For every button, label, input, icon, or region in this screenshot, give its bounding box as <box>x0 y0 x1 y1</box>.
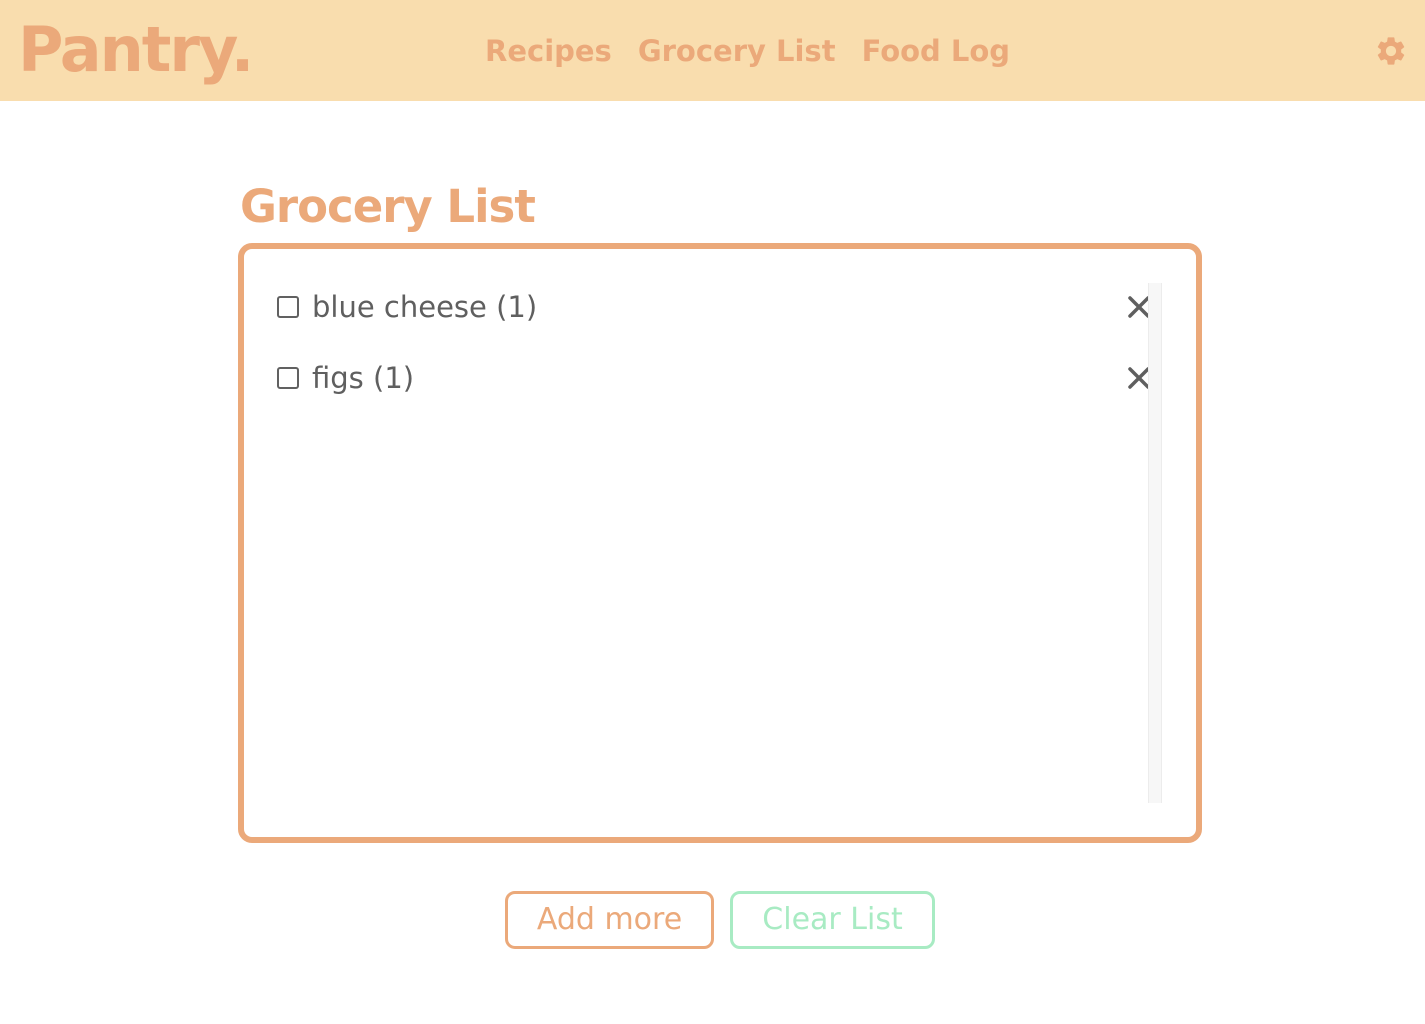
list-scrollbar[interactable] <box>1148 283 1162 803</box>
app-logo[interactable]: Pantry. <box>18 12 254 88</box>
nav-link-food-log[interactable]: Food Log <box>862 30 1011 72</box>
clear-list-button[interactable]: Clear List <box>730 891 935 949</box>
item-checkbox[interactable] <box>277 367 299 389</box>
item-checkbox[interactable] <box>277 296 299 318</box>
nav-link-recipes[interactable]: Recipes <box>485 30 612 72</box>
grocery-list: blue cheese (1) figs (1) <box>274 281 1164 803</box>
add-more-button[interactable]: Add more <box>505 891 714 949</box>
item-label: blue cheese (1) <box>312 290 538 324</box>
list-item: figs (1) <box>274 356 1154 400</box>
grocery-list-panel: blue cheese (1) figs (1) <box>238 243 1202 843</box>
page-title: Grocery List <box>240 180 536 233</box>
list-item: blue cheese (1) <box>274 285 1154 329</box>
gear-icon <box>1377 37 1405 65</box>
top-header: Pantry. Recipes Grocery List Food Log <box>0 0 1425 101</box>
nav-link-grocery-list[interactable]: Grocery List <box>638 30 836 72</box>
main-nav: Recipes Grocery List Food Log <box>485 30 1010 72</box>
settings-button[interactable] <box>1374 34 1408 68</box>
item-label: figs (1) <box>312 361 415 395</box>
